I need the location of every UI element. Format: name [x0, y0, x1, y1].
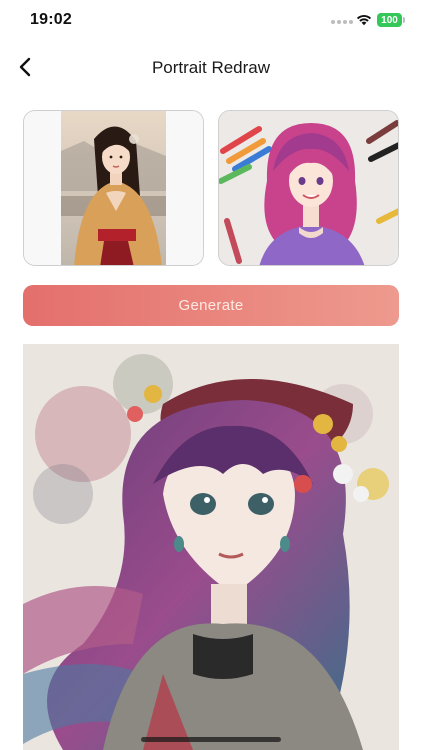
wifi-icon — [356, 14, 372, 26]
signal-icon — [331, 19, 353, 25]
source-photo-card[interactable] — [23, 110, 204, 266]
status-time: 19:02 — [30, 11, 72, 28]
battery-level: 100 — [377, 13, 402, 27]
generate-button[interactable]: Generate — [23, 285, 399, 326]
style-reference-card[interactable] — [218, 110, 399, 266]
page-title: Portrait Redraw — [151, 58, 271, 77]
nav-bar: Portrait Redraw — [0, 44, 422, 90]
style-reference-image — [219, 111, 398, 265]
home-indicator — [141, 737, 281, 742]
result-image — [23, 344, 399, 750]
source-photo-image — [24, 111, 203, 265]
status-bar: 19:02 100 — [0, 0, 422, 40]
result-artwork — [23, 344, 399, 750]
battery-icon: 100 — [377, 13, 405, 27]
portrait-redraw-screen: 19:02 100 Portrait Redraw Generate — [0, 0, 422, 750]
